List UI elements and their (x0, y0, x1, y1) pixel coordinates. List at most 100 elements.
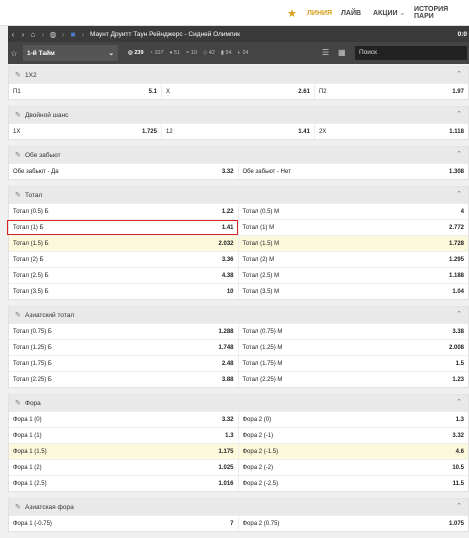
nav-live[interactable]: ЛАЙВ (341, 0, 361, 26)
market-filter[interactable]: ▮ 54 (221, 50, 232, 56)
back-arrow-icon[interactable]: ‹ (8, 30, 18, 39)
star-icon[interactable]: ☆ (8, 49, 20, 58)
odds-cell[interactable]: Тотал (1.5) М 1.728 (239, 236, 469, 251)
odds-cell[interactable]: Фора 2 (-2.5) 11.5 (239, 476, 469, 491)
pin-icon[interactable]: ✎ (15, 311, 25, 319)
market-section-header[interactable]: ✎ Азиатский тотал ⌃ (9, 307, 468, 323)
market-filter[interactable]: ◔ 107 (150, 50, 164, 56)
nav-bet-history-label[interactable]: ИСТОРИЯ ПАРИ (414, 6, 469, 20)
odds-row: Фора 1 (0) 3.32 Фора 2 (0) 1.3 (9, 411, 468, 427)
odds-cell[interactable]: Тотал (3.5) Б 10 (9, 284, 239, 299)
nav-promos-label[interactable]: АКЦИИ (373, 10, 398, 17)
market-section-header[interactable]: ✎ 1X2 ⌃ (9, 67, 468, 83)
market-section-header[interactable]: ✎ Двойной шанс ⌃ (9, 107, 468, 123)
odds-cell[interactable]: Тотал (1) Б 1.41 (7, 220, 239, 235)
chevron-up-icon[interactable]: ⌃ (456, 190, 462, 198)
all-markets-filter[interactable]: ◎ 239 (128, 50, 144, 56)
period-select[interactable]: 1-й Тайм ⌄ (23, 45, 118, 61)
pin-icon[interactable]: ✎ (15, 151, 25, 159)
nav-promos[interactable]: АКЦИИ ⌄ (373, 0, 405, 26)
odds-value: 11.5 (452, 480, 464, 487)
odds-cell[interactable]: Фора 1 (1) 1.3 (9, 428, 239, 443)
chevron-up-icon[interactable]: ⌃ (456, 110, 462, 118)
odds-value: 1.3 (455, 416, 464, 423)
pin-icon[interactable]: ✎ (15, 191, 25, 199)
odds-row: Тотал (1) Б 1.41 Тотал (1) М 2.772 (7, 219, 469, 235)
odds-cell[interactable]: Фора 2 (0) 1.3 (239, 412, 469, 427)
nav-live-label[interactable]: ЛАЙВ (341, 10, 361, 17)
odds-cell[interactable]: Тотал (1.75) Б 2.48 (9, 356, 239, 371)
nav-line[interactable]: ЛИНИЯ (307, 0, 332, 26)
market-filter[interactable]: ◐ 24 (238, 50, 249, 56)
odds-cell[interactable]: Фора 1 (0) 3.32 (9, 412, 239, 427)
odds-cell[interactable]: 2X 1.118 (315, 124, 468, 139)
odds-cell[interactable]: Тотал (0.75) Б 1.288 (9, 324, 239, 339)
nav-bet-history[interactable]: ИСТОРИЯ ПАРИ (414, 0, 469, 26)
odds-cell[interactable]: Обе забьют - Да 3.32 (9, 164, 239, 179)
outcome-label: Тотал (2) Б (13, 256, 44, 263)
odds-cell[interactable]: Фора 1 (1.5) 1.175 (9, 444, 239, 459)
odds-cell[interactable]: Тотал (2.25) М 1.23 (239, 372, 469, 387)
pin-icon[interactable]: ✎ (15, 111, 25, 119)
odds-cell[interactable]: Тотал (0.5) М 4 (239, 204, 469, 219)
odds-cell[interactable]: Тотал (0.5) Б 1.22 (9, 204, 239, 219)
odds-cell[interactable]: Тотал (2.5) Б 4.38 (9, 268, 239, 283)
odds-cell[interactable]: Фора 2 (-2) 10.5 (239, 460, 469, 475)
odds-cell[interactable]: Фора 1 (-0.75) 7 (9, 516, 239, 531)
market-filter[interactable]: ♦ 51 (170, 50, 180, 56)
market-filter[interactable]: ◇ 42 (203, 50, 215, 56)
market-section-total: ✎ Тотал ⌃ Тотал (0.5) Б 1.22 Тотал (0.5) М 4 То… (7, 186, 469, 300)
odds-cell[interactable]: Обе забьют - Нет 1.308 (239, 164, 469, 179)
odds-cell[interactable]: Тотал (2) М 1.295 (239, 252, 469, 267)
odds-value: 1.41 (221, 224, 234, 231)
odds-value: 2.48 (221, 360, 234, 367)
market-filter[interactable]: ◓ 10 (186, 50, 197, 56)
odds-cell[interactable]: Тотал (1.75) М 1.5 (239, 356, 469, 371)
market-section-header[interactable]: ✎ Фора ⌃ (9, 395, 468, 411)
top-navigation-bar: ★ ЛИНИЯ ЛАЙВ АКЦИИ ⌄ ИСТОРИЯ ПАРИ (0, 0, 469, 26)
outcome-label: Тотал (2.25) М (242, 376, 283, 383)
market-section-header[interactable]: ✎ Тотал ⌃ (9, 187, 468, 203)
favorites-star-icon[interactable]: ★ (287, 7, 297, 20)
odds-cell[interactable]: Фора 1 (2.5) 1.016 (9, 476, 239, 491)
pin-icon[interactable]: ✎ (15, 399, 25, 407)
chevron-up-icon[interactable]: ⌃ (456, 70, 462, 78)
odds-cell[interactable]: Тотал (2) Б 3.36 (9, 252, 239, 267)
odds-cell[interactable]: 12 1.41 (162, 124, 315, 139)
market-section-fora: ✎ Фора ⌃ Фора 1 (0) 3.32 Фора 2 (0) 1.3 Фора 1 … (8, 394, 469, 492)
odds-cell[interactable]: Тотал (0.75) М 3.38 (239, 324, 469, 339)
chevron-up-icon[interactable]: ⌃ (456, 502, 462, 510)
market-filter-count: 51 (173, 50, 181, 56)
market-filter-count: 10 (190, 50, 198, 56)
odds-cell[interactable]: Тотал (1.5) Б 2.032 (9, 236, 239, 251)
outcome-label: П1 (13, 88, 21, 95)
odds-cell[interactable]: Тотал (2.25) Б 3.88 (9, 372, 239, 387)
odds-cell[interactable]: Тотал (3.5) М 1.04 (239, 284, 469, 299)
odds-cell[interactable]: Фора 2 (-1) 3.32 (239, 428, 469, 443)
odds-value: 1.175 (218, 448, 234, 455)
pin-icon[interactable]: ✎ (15, 503, 25, 511)
forward-arrow-icon[interactable]: › (18, 30, 28, 39)
odds-cell[interactable]: Тотал (1.25) М 2.008 (239, 340, 469, 355)
pin-icon[interactable]: ✎ (15, 71, 25, 79)
odds-cell[interactable]: Тотал (1) М 2.772 (239, 220, 469, 235)
odds-cell[interactable]: П2 1.97 (315, 84, 468, 99)
odds-cell[interactable]: X 2.61 (162, 84, 315, 99)
nav-line-label[interactable]: ЛИНИЯ (307, 10, 332, 17)
odds-cell[interactable]: Фора 2 (-1.5) 4.6 (239, 444, 469, 459)
list-view-icon[interactable]: ☰ (322, 48, 329, 57)
odds-cell[interactable]: 1X 1.725 (9, 124, 162, 139)
chevron-up-icon[interactable]: ⌃ (456, 150, 462, 158)
chevron-up-icon[interactable]: ⌃ (456, 398, 462, 406)
odds-cell[interactable]: Фора 1 (2) 1.025 (9, 460, 239, 475)
home-icon[interactable]: ⌂ (28, 30, 38, 39)
odds-cell[interactable]: Тотал (2.5) М 1.188 (239, 268, 469, 283)
odds-cell[interactable]: П1 5.1 (9, 84, 162, 99)
grid-view-icon[interactable]: ▦ (338, 48, 346, 57)
odds-cell[interactable]: Фора 2 (0.75) 1.075 (239, 516, 469, 531)
market-section-header[interactable]: ✎ Азиатская фора ⌃ (9, 499, 468, 515)
market-section-header[interactable]: ✎ Обе забьют ⌃ (9, 147, 468, 163)
odds-cell[interactable]: Тотал (1.25) Б 1.748 (9, 340, 239, 355)
search-input[interactable]: Поиск (355, 46, 467, 60)
chevron-up-icon[interactable]: ⌃ (456, 310, 462, 318)
